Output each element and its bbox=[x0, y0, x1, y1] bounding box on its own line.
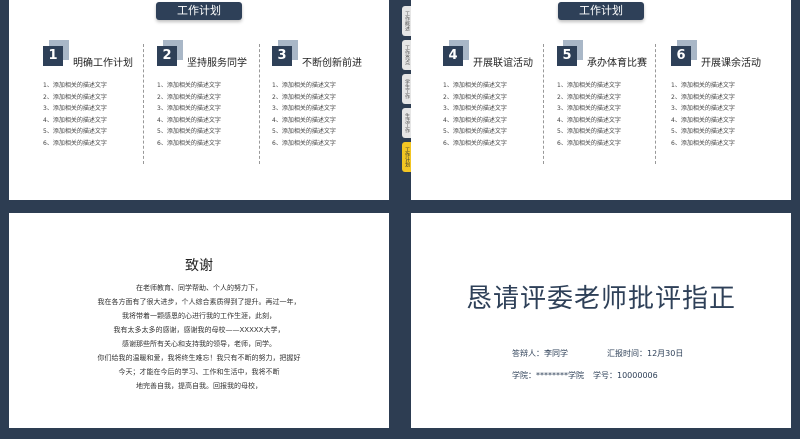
number-badge: 6 bbox=[671, 40, 697, 70]
badge-number: 3 bbox=[272, 46, 292, 66]
badge-number: 4 bbox=[443, 46, 463, 66]
column-title: 坚持服务同学 bbox=[187, 58, 247, 69]
list-item: 2、添加相关的描述文字 bbox=[43, 93, 107, 101]
item-list: 1、添加相关的描述文字 2、添加相关的描述文字 3、添加相关的描述文字 4、添加… bbox=[557, 80, 621, 149]
column-title: 不断创新前进 bbox=[302, 58, 362, 69]
list-item: 4、添加相关的描述文字 bbox=[443, 116, 507, 124]
item-list: 1、添加相关的描述文字 2、添加相关的描述文字 3、添加相关的描述文字 4、添加… bbox=[272, 80, 336, 149]
list-item: 3、添加相关的描述文字 bbox=[671, 105, 735, 112]
list-item: 6、添加相关的描述文字 bbox=[157, 139, 221, 147]
slide-thanks[interactable]: 致谢 在老师教育、同学帮助、个人的努力下， 我在各方面有了很大进步，个人综合素质… bbox=[9, 213, 389, 428]
number-badge: 1 bbox=[43, 40, 69, 70]
list-item: 5、添加相关的描述文字 bbox=[157, 128, 221, 135]
slide-header: 工作计划 bbox=[558, 2, 644, 20]
column-title: 承办体育比赛 bbox=[587, 58, 647, 69]
number-badge: 5 bbox=[557, 40, 583, 70]
list-item: 4、添加相关的描述文字 bbox=[557, 116, 621, 124]
list-item: 3、添加相关的描述文字 bbox=[443, 105, 507, 112]
list-item: 2、添加相关的描述文字 bbox=[671, 93, 735, 101]
list-item: 5、添加相关的描述文字 bbox=[272, 128, 336, 135]
list-item: 4、添加相关的描述文字 bbox=[272, 116, 336, 124]
list-item: 4、添加相关的描述文字 bbox=[157, 116, 221, 124]
list-item: 4、添加相关的描述文字 bbox=[43, 116, 107, 124]
list-item: 6、添加相关的描述文字 bbox=[272, 139, 336, 147]
list-item: 1、添加相关的描述文字 bbox=[43, 82, 107, 89]
thanks-title: 致谢 bbox=[185, 258, 213, 274]
student-id-label: 学号：10000006 bbox=[593, 371, 658, 380]
side-nav: 工作概述 工作亮点 学生工作 生活工作 工作计划 bbox=[400, 0, 412, 200]
item-list: 1、添加相关的描述文字 2、添加相关的描述文字 3、添加相关的描述文字 4、添加… bbox=[443, 80, 507, 149]
report-time-label: 汇报时间：12月30日 bbox=[607, 349, 684, 358]
badge-number: 5 bbox=[557, 46, 577, 66]
column-title: 明确工作计划 bbox=[73, 58, 133, 69]
list-item: 2、添加相关的描述文字 bbox=[157, 93, 221, 101]
list-item: 1、添加相关的描述文字 bbox=[443, 82, 507, 89]
item-list: 1、添加相关的描述文字 2、添加相关的描述文字 3、添加相关的描述文字 4、添加… bbox=[43, 80, 107, 149]
number-badge: 3 bbox=[272, 40, 298, 70]
list-item: 1、添加相关的描述文字 bbox=[671, 82, 735, 89]
slide-header: 工作计划 bbox=[156, 2, 242, 20]
list-item: 3、添加相关的描述文字 bbox=[157, 105, 221, 112]
column-divider bbox=[259, 44, 260, 164]
list-item: 3、添加相关的描述文字 bbox=[43, 105, 107, 112]
list-item: 1、添加相关的描述文字 bbox=[157, 82, 221, 89]
column-divider bbox=[543, 44, 544, 164]
text-line: 地完善自我，提高自我。回报我的母校， bbox=[136, 382, 262, 390]
list-item: 6、添加相关的描述文字 bbox=[43, 139, 107, 147]
school-label: 学院：********学院 bbox=[512, 371, 584, 380]
text-line: 我有太多太多的感谢，感谢我的母校——XXXXX大学， bbox=[113, 326, 285, 334]
list-item: 3、添加相关的描述文字 bbox=[557, 105, 621, 112]
column-divider bbox=[655, 44, 656, 164]
item-list: 1、添加相关的描述文字 2、添加相关的描述文字 3、添加相关的描述文字 4、添加… bbox=[157, 80, 221, 149]
text-line: 我将带着一颗感恩的心进行我的工作生涯，此刻， bbox=[122, 312, 276, 320]
item-list: 1、添加相关的描述文字 2、添加相关的描述文字 3、添加相关的描述文字 4、添加… bbox=[671, 80, 735, 149]
badge-number: 6 bbox=[671, 46, 691, 66]
text-line: 你们给我的温暖和爱，我将终生难忘！我只有不断的努力，把握好 bbox=[97, 354, 301, 362]
number-badge: 4 bbox=[443, 40, 469, 70]
badge-number: 2 bbox=[157, 46, 177, 66]
slide-closing[interactable]: 恳请评委老师批评指正 答辩人：李同学 汇报时间：12月30日 学院：******… bbox=[411, 213, 791, 428]
number-badge: 2 bbox=[157, 40, 183, 70]
slide-work-plan-1[interactable]: 工作计划 1 明确工作计划 1、添加相关的描述文字 2、添加相关的描述文字 3、… bbox=[9, 0, 389, 200]
list-item: 1、添加相关的描述文字 bbox=[557, 82, 621, 89]
list-item: 6、添加相关的描述文字 bbox=[557, 139, 621, 147]
list-item: 5、添加相关的描述文字 bbox=[443, 128, 507, 135]
list-item: 2、添加相关的描述文字 bbox=[443, 93, 507, 101]
list-item: 1、添加相关的描述文字 bbox=[272, 82, 336, 89]
text-line: 感谢那些所有关心和支持我的领导，老师，同学。 bbox=[122, 340, 276, 348]
slide-work-plan-2[interactable]: 工作计划 4 开展联谊活动 1、添加相关的描述文字 2、添加相关的描述文字 3、… bbox=[411, 0, 791, 200]
column-divider bbox=[143, 44, 144, 164]
list-item: 4、添加相关的描述文字 bbox=[671, 116, 735, 124]
badge-number: 1 bbox=[43, 46, 63, 66]
list-item: 2、添加相关的描述文字 bbox=[272, 93, 336, 101]
list-item: 2、添加相关的描述文字 bbox=[557, 93, 621, 101]
column-title: 开展联谊活动 bbox=[473, 58, 533, 69]
text-line: 在老师教育、同学帮助、个人的努力下， bbox=[136, 284, 262, 292]
list-item: 3、添加相关的描述文字 bbox=[272, 105, 336, 112]
defender-label: 答辩人：李同学 bbox=[512, 349, 568, 358]
column-title: 开展课余活动 bbox=[701, 58, 761, 69]
closing-title: 恳请评委老师批评指正 bbox=[465, 284, 736, 314]
text-line: 今天；才能在今后的学习、工作和生活中，我将不断 bbox=[118, 368, 280, 376]
list-item: 5、添加相关的描述文字 bbox=[557, 128, 621, 135]
thanks-body: 在老师教育、同学帮助、个人的努力下， 我在各方面有了很大进步，个人综合素质得到了… bbox=[9, 281, 389, 393]
text-line: 我在各方面有了很大进步，个人综合素质得到了提升。再过一年， bbox=[97, 298, 301, 306]
list-item: 5、添加相关的描述文字 bbox=[43, 128, 107, 135]
list-item: 6、添加相关的描述文字 bbox=[671, 139, 735, 147]
list-item: 6、添加相关的描述文字 bbox=[443, 139, 507, 147]
list-item: 5、添加相关的描述文字 bbox=[671, 128, 735, 135]
